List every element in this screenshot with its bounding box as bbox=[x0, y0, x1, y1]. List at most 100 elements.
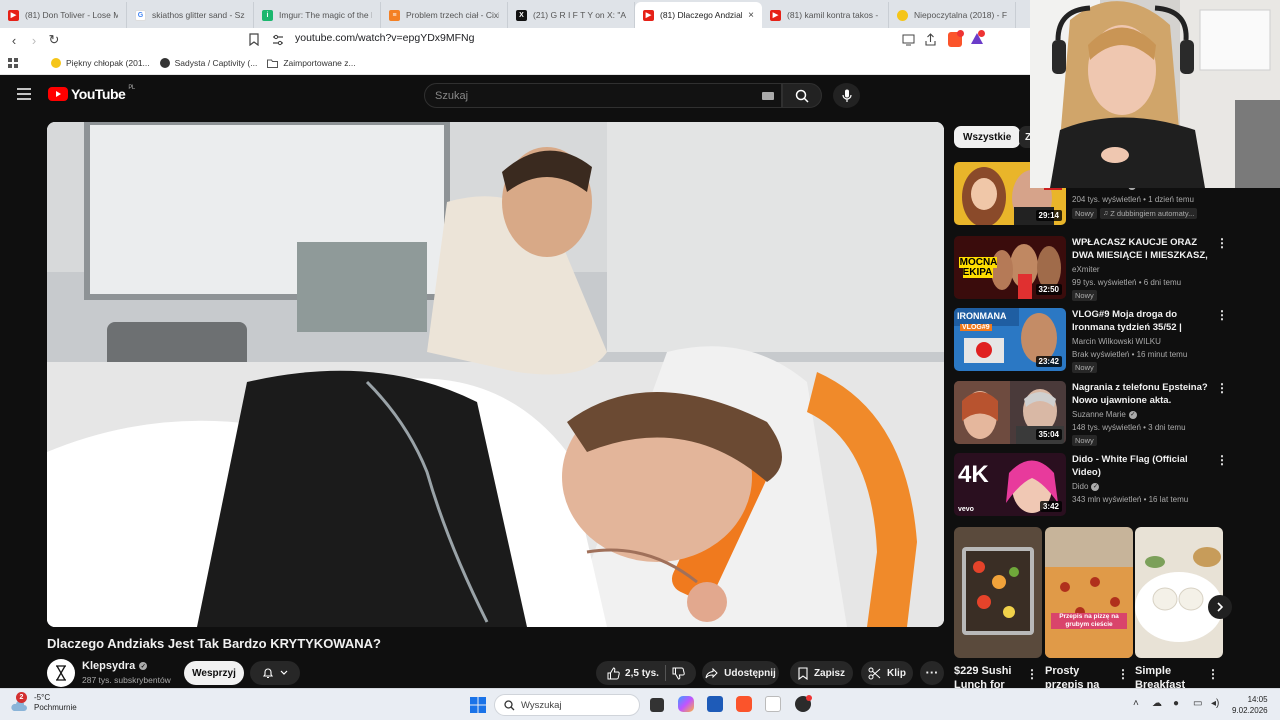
short-thumbnail[interactable] bbox=[1135, 527, 1223, 658]
voice-search-button[interactable] bbox=[833, 83, 860, 108]
task-view-icon[interactable] bbox=[650, 698, 664, 712]
rec-channel-name: Dido bbox=[1072, 482, 1089, 491]
rec-channel[interactable]: Marcin Wilkowski WILKU bbox=[1072, 337, 1161, 346]
monitor-icon[interactable]: ▭ bbox=[1193, 698, 1202, 709]
clip-button[interactable]: Klip bbox=[861, 661, 913, 685]
more-vertical-icon[interactable]: ⋮ bbox=[1216, 309, 1228, 321]
taskbar-search-input[interactable]: Wyszukaj bbox=[494, 694, 640, 716]
recommendation-item[interactable]: IRONMANA VLOG#9 23:42 VLOG#9 Moja droga … bbox=[954, 308, 1234, 374]
webcam-image bbox=[1030, 0, 1280, 188]
tab-title: (81) Dlaczego Andziaks bbox=[660, 10, 743, 20]
rec-meta: 148 tys. wyświetleń • 3 dni temu bbox=[1072, 423, 1186, 432]
video-thumbnail[interactable]: 4K vevo 3:42 bbox=[954, 453, 1066, 516]
more-vertical-icon[interactable]: ⋮ bbox=[1117, 667, 1129, 681]
channel-avatar[interactable] bbox=[47, 659, 75, 687]
microphone-tray-icon[interactable]: ● bbox=[1173, 698, 1179, 709]
close-tab-icon[interactable]: × bbox=[748, 10, 754, 21]
new-badge: Nowy bbox=[1072, 290, 1097, 301]
short-thumbnail[interactable]: Przepis na pizzę na grubym cieście bbox=[1045, 527, 1133, 658]
browser-tab[interactable]: Niepoczytalna (2018) - Film bbox=[889, 2, 1016, 28]
new-badge: Nowy bbox=[1072, 362, 1097, 373]
support-button[interactable]: Wesprzyj bbox=[184, 661, 244, 685]
scissors-icon bbox=[868, 667, 881, 679]
menu-icon[interactable] bbox=[17, 88, 31, 100]
bell-icon bbox=[262, 668, 274, 679]
bookmark-icon[interactable] bbox=[249, 33, 259, 46]
thumbs-down-icon[interactable] bbox=[672, 667, 685, 680]
share-arrow-icon bbox=[705, 667, 718, 678]
rec-channel[interactable]: Dido ✓ bbox=[1072, 482, 1100, 491]
notifications-button[interactable] bbox=[250, 661, 300, 685]
browser-tab-active[interactable]: ▶ (81) Dlaczego Andziaks × bbox=[635, 2, 762, 28]
rec-channel-name: eXmiter bbox=[1072, 265, 1100, 274]
short-overlay-text: Przepis na pizzę na grubym cieście bbox=[1051, 613, 1127, 629]
cast-icon[interactable] bbox=[902, 34, 915, 46]
duration-badge: 32:50 bbox=[1035, 284, 1062, 295]
video-player[interactable] bbox=[47, 122, 944, 627]
rec-channel-name: Suzanne Marie bbox=[1072, 410, 1126, 419]
copilot-icon[interactable] bbox=[678, 696, 694, 712]
rec-channel[interactable]: eXmiter bbox=[1072, 265, 1100, 274]
url-field[interactable]: youtube.com/watch?v=epgYDx9MFNg bbox=[295, 32, 474, 44]
video-thumbnail[interactable]: MOCNA EKIPA 32:50 bbox=[954, 236, 1066, 299]
x-icon: X bbox=[516, 9, 527, 21]
bookmark-item[interactable]: Sadysta / Captivity (... bbox=[159, 58, 257, 68]
more-vertical-icon[interactable]: ⋮ bbox=[1026, 667, 1038, 681]
chevron-up-icon[interactable]: ˄ bbox=[1133, 698, 1139, 709]
short-thumbnail[interactable] bbox=[954, 527, 1042, 658]
like-button[interactable]: 2,5 tys. bbox=[607, 666, 659, 680]
channel-name-link[interactable]: Klepsydra ✓ bbox=[82, 660, 148, 672]
youtube-logo[interactable]: YouTube PL bbox=[48, 85, 135, 102]
recommendation-item[interactable]: MOCNA EKIPA 32:50 WPŁACASZ KAUCJE ORAZ D… bbox=[954, 236, 1234, 302]
back-icon[interactable]: ‹ bbox=[4, 30, 24, 50]
brave-browser-icon[interactable] bbox=[736, 696, 752, 712]
video-thumbnail[interactable]: 35:04 bbox=[954, 381, 1066, 444]
weather-widget[interactable]: 2 -5°C Pochmurnie bbox=[10, 692, 77, 713]
browser-tab[interactable]: ≡ Problem trzech ciał - Cixin bbox=[381, 2, 508, 28]
more-vertical-icon[interactable]: ⋮ bbox=[1216, 237, 1228, 249]
dubbing-label: Z dubbingiem automaty... bbox=[1110, 209, 1195, 218]
windows-start-icon[interactable] bbox=[470, 697, 486, 713]
cloud-icon[interactable]: ☁ bbox=[1152, 698, 1162, 709]
browser-tab[interactable]: ▶ (81) kamil kontra takos - Y bbox=[762, 2, 889, 28]
more-vertical-icon[interactable]: ⋮ bbox=[1216, 454, 1228, 466]
taskbar-clock[interactable]: 14:05 9.02.2026 bbox=[1232, 694, 1268, 716]
volume-icon[interactable]: ◂) bbox=[1211, 698, 1219, 709]
apps-grid-icon[interactable] bbox=[8, 57, 19, 69]
search-input[interactable]: Szukaj bbox=[424, 83, 782, 108]
store-icon[interactable] bbox=[707, 696, 723, 712]
keyboard-icon[interactable] bbox=[762, 92, 774, 100]
more-vertical-icon[interactable]: ⋮ bbox=[1216, 382, 1228, 394]
rec-channel[interactable]: Suzanne Marie ✓ bbox=[1072, 410, 1137, 419]
chip-all[interactable]: Wszystkie bbox=[954, 126, 1021, 148]
video-thumbnail[interactable]: IRONMANA VLOG#9 23:42 bbox=[954, 308, 1066, 371]
shorts-next-button[interactable] bbox=[1208, 595, 1232, 619]
browser-tab[interactable]: i Imgur: The magic of the In bbox=[254, 2, 381, 28]
search-button[interactable] bbox=[782, 83, 822, 108]
reload-icon[interactable]: ↻ bbox=[44, 30, 64, 50]
clip-label: Klip bbox=[887, 667, 906, 679]
emoji-icon bbox=[51, 58, 61, 68]
browser-tab[interactable]: ▶ (81) Don Toliver - Lose M bbox=[0, 2, 127, 28]
share-icon[interactable] bbox=[924, 33, 937, 46]
duration-badge: 3:42 bbox=[1039, 501, 1062, 512]
bookmark-item[interactable]: Zaimportowane z... bbox=[267, 58, 356, 68]
file-explorer-icon[interactable] bbox=[765, 696, 781, 712]
rec-channel-name: Marcin Wilkowski WILKU bbox=[1072, 337, 1161, 346]
more-actions-button[interactable]: ··· bbox=[920, 661, 944, 685]
youtube-icon: ▶ bbox=[770, 9, 781, 21]
save-label: Zapisz bbox=[813, 667, 846, 679]
save-button[interactable]: Zapisz bbox=[790, 661, 853, 685]
browser-tab[interactable]: G skiathos glitter sand - Szu bbox=[127, 2, 254, 28]
share-button[interactable]: Udostępnij bbox=[702, 661, 779, 685]
chevron-right-icon bbox=[1216, 602, 1223, 612]
recommendation-item[interactable]: 35:04 Nagrania z telefonu Epsteina? Nowo… bbox=[954, 381, 1234, 447]
folder-icon bbox=[267, 59, 279, 68]
more-vertical-icon[interactable]: ⋮ bbox=[1207, 667, 1219, 681]
forward-icon[interactable]: › bbox=[24, 30, 44, 50]
bookmark-item[interactable]: Piękny chłopak (201... bbox=[51, 58, 150, 68]
recommendation-item[interactable]: 4K vevo 3:42 Dido - White Flag (Official… bbox=[954, 453, 1234, 519]
browser-tab[interactable]: X (21) G R I F T Y on X: "A wo bbox=[508, 2, 635, 28]
site-info-icon[interactable] bbox=[272, 34, 284, 46]
youtube-icon: ▶ bbox=[8, 9, 19, 21]
